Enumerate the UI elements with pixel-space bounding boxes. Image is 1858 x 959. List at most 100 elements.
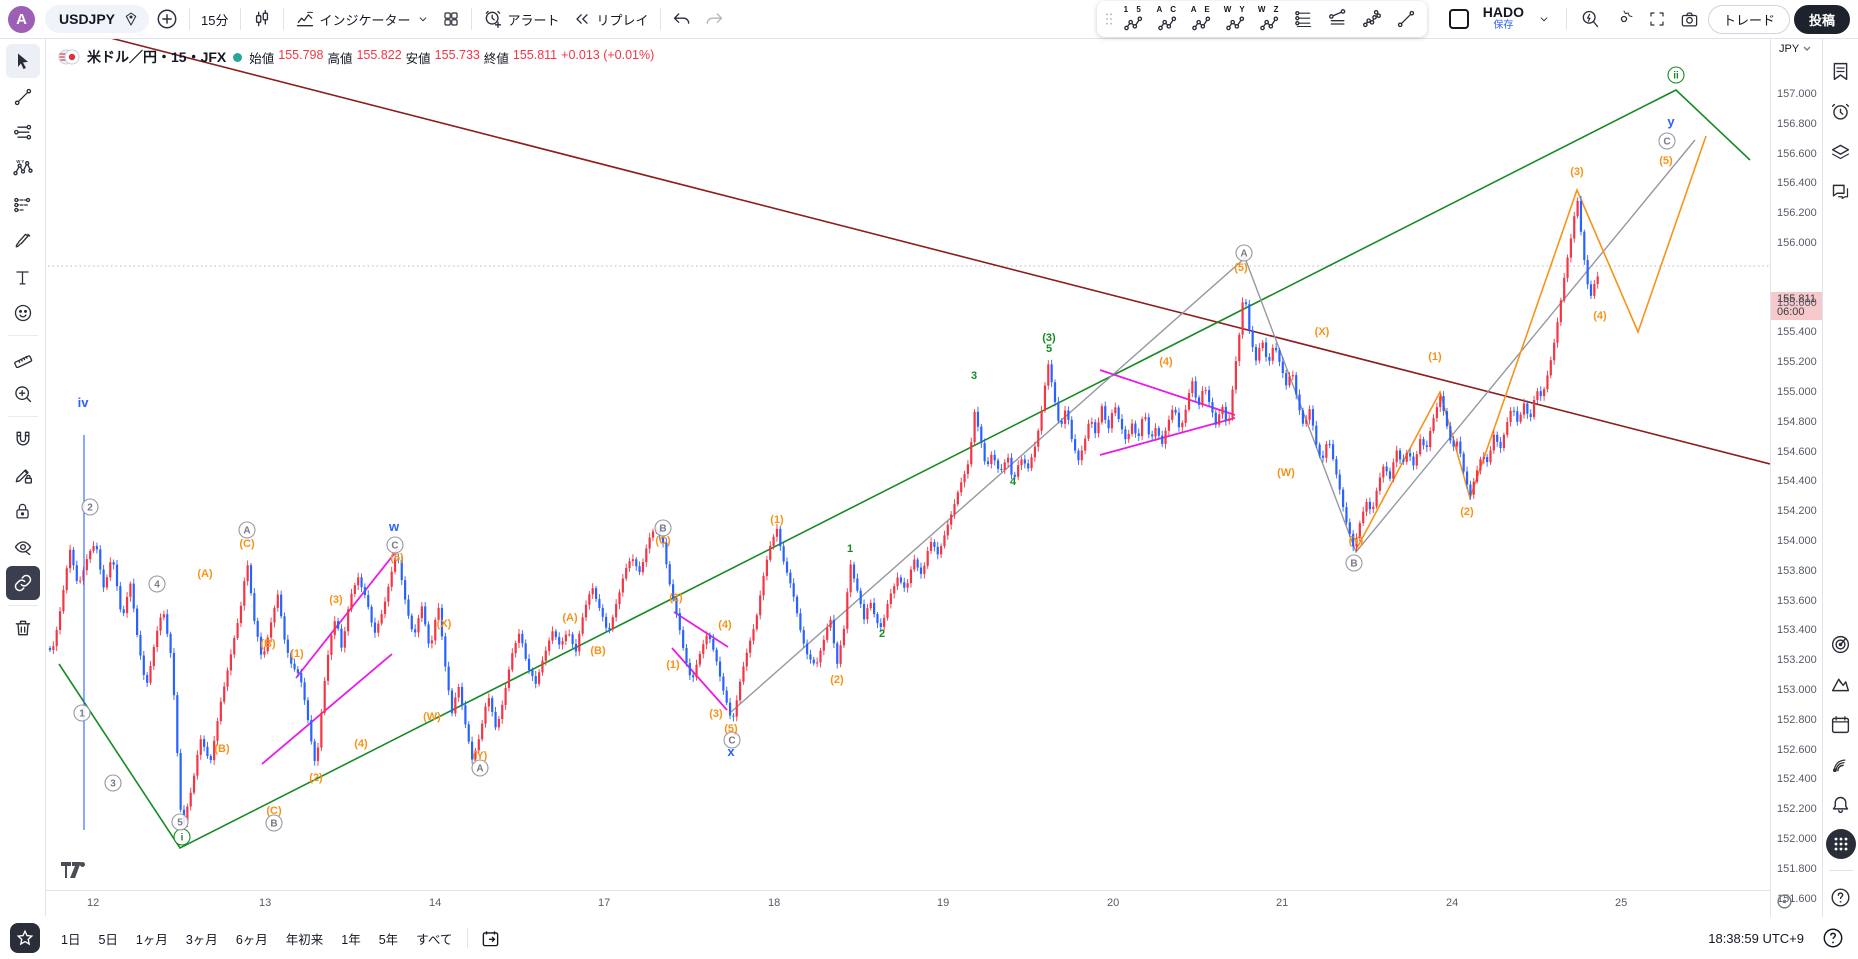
drag-handle-icon[interactable] xyxy=(1101,11,1117,27)
favorites-star-button[interactable] xyxy=(10,923,40,953)
wave-label-i[interactable]: i xyxy=(173,828,191,846)
save-layout-label[interactable]: 保存 xyxy=(1493,19,1513,32)
quick-search-button[interactable] xyxy=(1575,5,1605,33)
wave-label-C[interactable]: (C) xyxy=(266,805,282,817)
layout-dropdown-button[interactable] xyxy=(1530,5,1558,33)
wave-label-w[interactable]: w xyxy=(388,519,400,534)
wave-label-5[interactable]: (5) xyxy=(1234,262,1248,274)
brush-tool[interactable] xyxy=(6,224,40,258)
wave-label-1[interactable]: (1) xyxy=(770,514,784,526)
layout-menu-button[interactable]: HADO 保存 xyxy=(1481,5,1526,32)
elliott-zigzag-tool-ae[interactable]: A E xyxy=(1185,5,1219,33)
range-button-1ヶ月[interactable]: 1ヶ月 xyxy=(129,925,175,952)
legend-title[interactable]: 米ドル／円・15・JFX xyxy=(87,47,226,67)
interval-button[interactable]: 15分 xyxy=(196,5,233,33)
wave-label-A[interactable]: A xyxy=(238,521,256,539)
xabcd-pattern-tool[interactable]: W Y xyxy=(6,152,40,186)
time-axis-label[interactable]: 18 xyxy=(768,897,780,909)
fib-channel-tool[interactable] xyxy=(1287,9,1321,29)
axis-currency-button[interactable]: JPY xyxy=(1779,43,1811,55)
wave-label-3[interactable]: 3 xyxy=(971,370,977,382)
wave-label-A[interactable]: (A) xyxy=(562,612,578,624)
elliott-zigzag-tool-wy[interactable]: W Y xyxy=(1219,5,1253,33)
long-position-tool[interactable] xyxy=(6,188,40,222)
wave-label-B[interactable]: (B) xyxy=(260,638,276,650)
axis-settings-icon[interactable] xyxy=(1776,893,1793,910)
time-axis-label[interactable]: 19 xyxy=(937,897,949,909)
publish-button[interactable]: 投稿 xyxy=(1793,4,1850,34)
wave-label-2[interactable]: (2) xyxy=(830,674,844,686)
alert-button[interactable]: アラート xyxy=(478,5,565,33)
sidebar-object-tree[interactable] xyxy=(1826,136,1856,166)
wave-label-5[interactable]: 5 xyxy=(171,813,189,831)
sidebar-watchlist[interactable] xyxy=(1826,56,1856,86)
wave-label-2[interactable]: (2) xyxy=(1460,506,1474,518)
emoji-tool[interactable] xyxy=(6,296,40,330)
wave-label-1[interactable]: (1) xyxy=(1428,351,1442,363)
replay-button[interactable]: リプレイ xyxy=(567,5,654,33)
remove-all-tool[interactable] xyxy=(6,611,40,645)
range-button-5年[interactable]: 5年 xyxy=(372,925,405,952)
wave-label-2[interactable]: 2 xyxy=(879,628,885,640)
wave-label-2[interactable]: 2 xyxy=(81,498,99,516)
wave-label-5[interactable]: (5) xyxy=(390,552,404,564)
wave-label-5[interactable]: (5) xyxy=(724,723,738,735)
wave-label-B[interactable]: B xyxy=(265,814,283,832)
wave-label-iv[interactable]: iv xyxy=(78,395,90,410)
wave-label-W[interactable]: (W) xyxy=(423,711,441,723)
market-status-dot[interactable] xyxy=(233,52,243,62)
sidebar-alerts-clock[interactable] xyxy=(1826,96,1856,126)
wave-label-ii[interactable]: ii xyxy=(1667,66,1685,84)
wave-label-3[interactable]: 3 xyxy=(104,774,122,792)
sidebar-news-feed[interactable] xyxy=(1826,749,1856,779)
hide-all-drawings-tool[interactable] xyxy=(6,530,40,564)
wave-label-X[interactable]: (X) xyxy=(437,618,452,630)
wave-label-4[interactable]: 4 xyxy=(148,575,166,593)
time-axis-label[interactable]: 20 xyxy=(1107,897,1119,909)
range-button-年初来[interactable]: 年初来 xyxy=(279,925,331,952)
undo-button[interactable] xyxy=(667,5,697,33)
magnet-tool[interactable] xyxy=(6,422,40,456)
time-axis-label[interactable]: 14 xyxy=(429,897,441,909)
wave-label-B[interactable]: (B) xyxy=(590,645,606,657)
wave-label-A[interactable]: (A) xyxy=(197,568,213,580)
time-axis[interactable]: 12 13 14 17 18 19 20 21 24 25 xyxy=(46,890,1770,917)
wave-label-C[interactable]: C xyxy=(386,536,404,554)
help-button[interactable] xyxy=(1818,923,1848,953)
wave-label-y[interactable]: y xyxy=(1667,114,1675,129)
trade-button[interactable]: トレード xyxy=(1707,4,1790,34)
redo-button[interactable] xyxy=(699,5,729,33)
wave-label-3[interactable]: (3) xyxy=(329,594,343,606)
range-button-すべて[interactable]: すべて xyxy=(409,925,459,952)
wave-label-3[interactable]: (3) xyxy=(709,708,723,720)
range-button-6ヶ月[interactable]: 6ヶ月 xyxy=(229,925,275,952)
wave-label-3[interactable]: (3) xyxy=(1570,166,1584,178)
range-button-1年[interactable]: 1年 xyxy=(334,925,367,952)
wave-label-2[interactable]: (2) xyxy=(669,592,683,604)
elliott-zigzag-tool-ac[interactable]: A C xyxy=(1151,5,1185,33)
wave-label-X[interactable]: (X) xyxy=(1315,326,1330,338)
wave-label-Y[interactable]: (Y) xyxy=(473,750,488,762)
maroon-trend-line[interactable] xyxy=(60,39,1770,465)
wave-label-A[interactable]: A xyxy=(471,759,489,777)
wave-label-1[interactable]: 1 xyxy=(73,704,91,722)
trend-line-tool[interactable] xyxy=(6,80,40,114)
range-button-3ヶ月[interactable]: 3ヶ月 xyxy=(179,925,225,952)
elliott-zigzag-tool-wz[interactable]: W Z xyxy=(1253,5,1287,33)
sidebar-economic-calendar[interactable] xyxy=(1826,709,1856,739)
magenta-pattern-line[interactable] xyxy=(295,548,399,679)
time-axis-label[interactable]: 13 xyxy=(259,897,271,909)
sidebar-chat[interactable] xyxy=(1826,176,1856,206)
elliott-path-tool[interactable] xyxy=(1355,9,1389,29)
go-to-date-button[interactable] xyxy=(476,924,505,952)
session-clock[interactable]: 18:38:59 UTC+9 xyxy=(1708,931,1804,946)
time-axis-label[interactable]: 24 xyxy=(1446,897,1458,909)
time-axis-label[interactable]: 12 xyxy=(87,897,99,909)
symbol-search-button[interactable]: USDJPY xyxy=(45,5,150,33)
wave-label-1[interactable]: 1 xyxy=(847,543,853,555)
wave-label-C[interactable]: C xyxy=(1658,132,1676,150)
cursor-tool[interactable] xyxy=(5,44,40,78)
wave-label-5[interactable]: (5) xyxy=(1659,155,1673,167)
text-tool[interactable] xyxy=(6,260,40,294)
parallel-channel-tool[interactable] xyxy=(1321,9,1355,29)
